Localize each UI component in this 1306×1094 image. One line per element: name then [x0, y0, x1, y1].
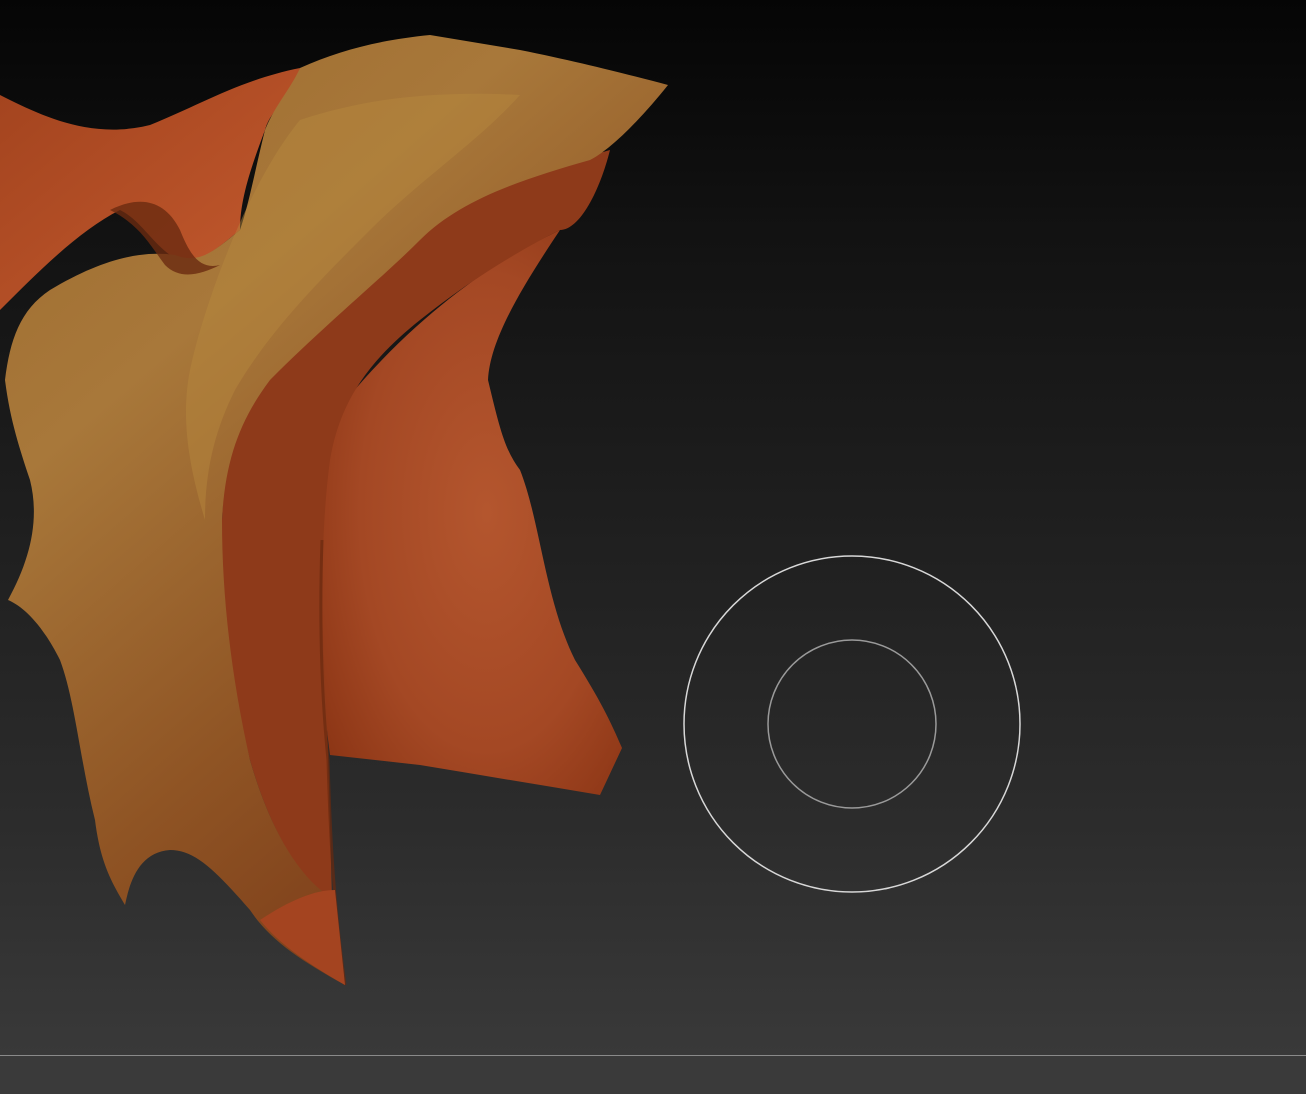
- brush-cursor-outer-ring: [683, 555, 1021, 893]
- bottom-shelf: [0, 1056, 1306, 1094]
- 3d-viewport[interactable]: [0, 0, 1306, 1055]
- viewport-canvas[interactable]: [0, 0, 1306, 1055]
- brush-cursor-inner-ring: [767, 639, 937, 809]
